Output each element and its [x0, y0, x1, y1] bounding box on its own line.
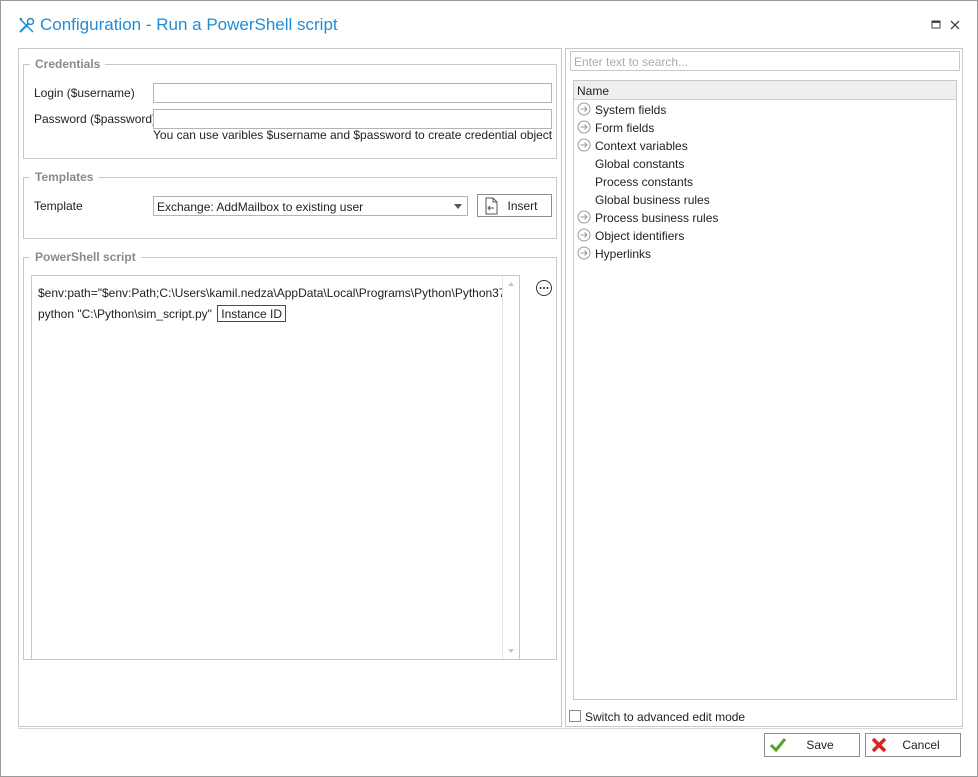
more-options-icon[interactable] — [535, 279, 553, 297]
password-field[interactable] — [153, 109, 552, 129]
save-button-label: Save — [806, 738, 834, 752]
title-bar: Configuration - Run a PowerShell script — [1, 1, 977, 47]
login-field[interactable] — [153, 83, 552, 103]
tree-item-label: Context variables — [595, 139, 688, 153]
tree-item[interactable]: System fields — [574, 101, 956, 119]
login-label: Login ($username) — [34, 86, 135, 100]
expand-arrow-icon[interactable] — [577, 210, 591, 224]
script-line-1: $env:path="$env:Path;C:\Users\kamil.nedz… — [38, 286, 514, 300]
scroll-down-icon[interactable] — [508, 649, 514, 653]
expand-arrow-icon[interactable] — [577, 228, 591, 242]
password-label: Password ($password) — [34, 112, 157, 126]
tree-item[interactable]: Hyperlinks — [574, 245, 956, 263]
advanced-mode-checkbox[interactable] — [569, 710, 581, 722]
credentials-hint: You can use varibles $username and $pass… — [153, 128, 553, 142]
tree-item-label: Form fields — [595, 121, 655, 135]
template-select[interactable]: Exchange: AddMailbox to existing user — [153, 196, 468, 216]
expand-arrow-icon[interactable] — [577, 120, 591, 134]
script-line-2-text: python "C:\Python\sim_script.py" — [38, 307, 212, 321]
expand-arrow-icon[interactable] — [577, 138, 591, 152]
credentials-group: Credentials Login ($username) Password (… — [23, 57, 557, 159]
credentials-legend: Credentials — [30, 57, 106, 71]
dialog-title: Configuration - Run a PowerShell script — [40, 15, 338, 34]
tree-item-label: Global constants — [595, 157, 685, 171]
instance-id-token[interactable]: Instance ID — [217, 305, 286, 322]
templates-legend: Templates — [30, 170, 99, 184]
powershell-legend: PowerShell script — [30, 250, 141, 264]
tree-item-label: Hyperlinks — [595, 247, 652, 261]
search-input[interactable]: Enter text to search... — [570, 51, 960, 71]
tree-item[interactable]: Global business rules — [574, 191, 956, 209]
chevron-down-icon — [454, 204, 462, 209]
tree-item[interactable]: Object identifiers — [574, 227, 956, 245]
tree-item-label: Object identifiers — [595, 229, 685, 243]
tree-item-label: Global business rules — [595, 193, 710, 207]
powershell-group: PowerShell script $env:path="$env:Path;C… — [23, 250, 557, 660]
tree-item-label: Process business rules — [595, 211, 719, 225]
tree-item[interactable]: Form fields — [574, 119, 956, 137]
close-icon[interactable] — [949, 19, 961, 31]
right-panel: Enter text to search... Name System fiel… — [565, 48, 963, 727]
templates-group: Templates Template Exchange: AddMailbox … — [23, 170, 557, 239]
scroll-up-icon[interactable] — [508, 282, 514, 286]
tree-item[interactable]: Process business rules — [574, 209, 956, 227]
script-line-2: python "C:\Python\sim_script.py" Instanc… — [38, 305, 286, 322]
insert-icon — [485, 197, 498, 215]
maximize-icon[interactable] — [930, 19, 942, 31]
tree-item-label: System fields — [595, 103, 667, 117]
save-button[interactable]: Save — [764, 733, 860, 757]
x-icon — [871, 737, 887, 753]
insert-button[interactable]: Insert — [477, 194, 552, 217]
tree-item-label: Process constants — [595, 175, 694, 189]
advanced-mode-label: Switch to advanced edit mode — [585, 710, 746, 724]
template-label: Template — [34, 199, 83, 213]
tree-item[interactable]: Process constants — [574, 173, 956, 191]
template-select-value: Exchange: AddMailbox to existing user — [157, 200, 364, 214]
editor-scrollbar[interactable] — [502, 276, 519, 659]
left-panel: Credentials Login ($username) Password (… — [18, 48, 562, 727]
insert-button-label: Insert — [507, 198, 538, 213]
expand-arrow-icon[interactable] — [577, 102, 591, 116]
expand-arrow-icon[interactable] — [577, 246, 591, 260]
tree-header-name[interactable]: Name — [574, 81, 956, 100]
cancel-button-label: Cancel — [902, 738, 940, 752]
tools-icon — [19, 17, 35, 33]
cancel-button[interactable]: Cancel — [865, 733, 961, 757]
tree-view: Name System fields Form fields Context var… — [573, 80, 957, 700]
tree-item[interactable]: Context variables — [574, 137, 956, 155]
tree-item[interactable]: Global constants — [574, 155, 956, 173]
footer-divider — [18, 728, 963, 729]
configuration-dialog: Configuration - Run a PowerShell script … — [0, 0, 978, 777]
checkmark-icon — [769, 738, 787, 753]
script-editor[interactable]: $env:path="$env:Path;C:\Users\kamil.nedz… — [31, 275, 520, 660]
